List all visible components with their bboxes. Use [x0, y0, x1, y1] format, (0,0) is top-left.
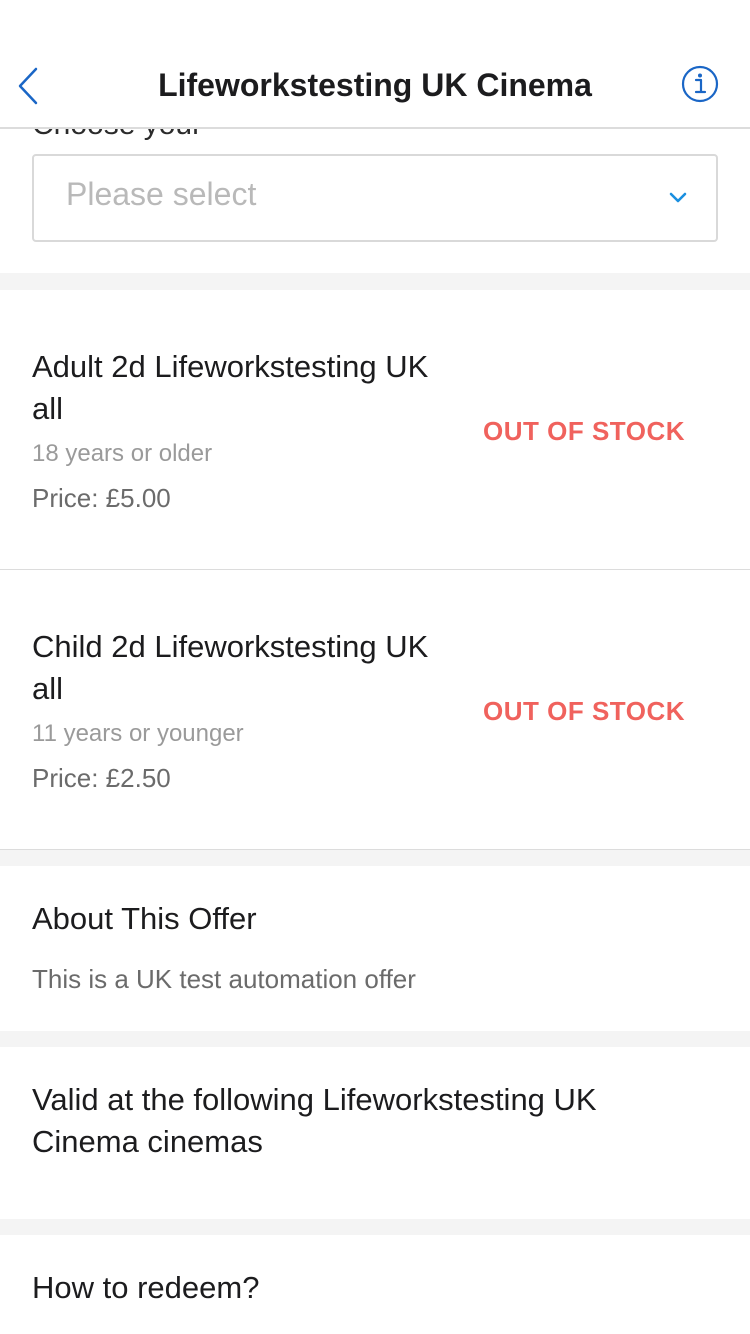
ticket-price: Price: £2.50 — [32, 763, 171, 793]
about-offer-body: This is a UK test automation offer — [32, 964, 416, 994]
about-offer-section: About This Offer This is a UK test autom… — [0, 866, 750, 1031]
info-circle-icon — [681, 65, 719, 103]
back-button[interactable] — [10, 62, 46, 110]
ticket-age-restriction: 18 years or older — [32, 440, 213, 467]
about-offer-title: About This Offer — [32, 901, 257, 936]
section-gap — [0, 1031, 750, 1047]
out-of-stock-label: OUT OF STOCK — [483, 416, 685, 446]
ticket-type-select[interactable]: Please select — [32, 154, 718, 242]
info-button[interactable] — [680, 64, 720, 104]
page-title: Lifeworkstesting UK Cinema — [158, 67, 592, 103]
how-to-redeem-title: How to redeem? — [32, 1270, 260, 1305]
valid-cinemas-title: Valid at the following Lifeworkstesting … — [32, 1082, 597, 1159]
ticket-age-restriction: 11 years or younger — [32, 720, 244, 747]
chevron-left-icon — [18, 67, 38, 105]
valid-cinemas-section[interactable]: Valid at the following Lifeworkstesting … — [0, 1047, 750, 1219]
section-gap — [0, 273, 750, 290]
ticket-price: Price: £5.00 — [32, 483, 171, 513]
ticket-card: Child 2d Lifeworkstesting UK all 11 year… — [0, 570, 750, 850]
select-placeholder: Please select — [66, 176, 257, 212]
section-gap — [0, 850, 750, 866]
ticket-name: Adult 2d Lifeworkstesting UK all — [32, 349, 429, 426]
nav-header: Lifeworkstesting UK Cinema — [0, 0, 750, 129]
ticket-card: Adult 2d Lifeworkstesting UK all 18 year… — [0, 290, 750, 570]
chevron-down-icon — [669, 192, 687, 203]
section-gap — [0, 1219, 750, 1235]
how-to-redeem-section[interactable]: How to redeem? — [0, 1235, 750, 1334]
out-of-stock-label: OUT OF STOCK — [483, 696, 685, 726]
ticket-name: Child 2d Lifeworkstesting UK all — [32, 629, 429, 706]
